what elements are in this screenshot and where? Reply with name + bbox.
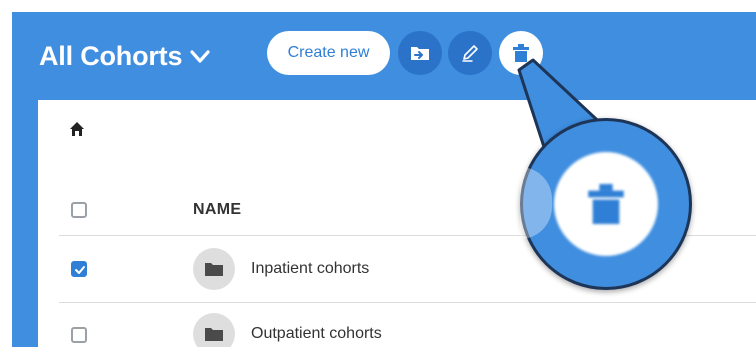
- trash-icon: [588, 184, 624, 224]
- magnifier-shade: [520, 167, 552, 239]
- magnifier-callout: [520, 118, 692, 290]
- magnified-delete-button: [554, 152, 658, 256]
